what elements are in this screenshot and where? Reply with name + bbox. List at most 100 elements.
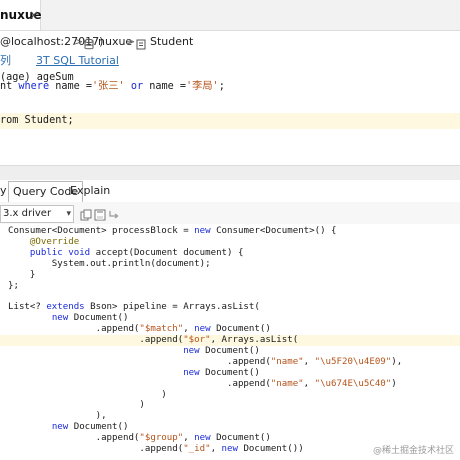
code-line: public void accept(Document document) { — [0, 248, 460, 259]
language-select[interactable]: 3.x driver API) ▾ — [0, 205, 74, 235]
code-token: new — [51, 422, 69, 433]
code-line: new Document() — [0, 368, 460, 379]
code-token: "$match" — [139, 324, 184, 335]
sql-line: nt where name ='张三' or name ='李局'; — [0, 81, 225, 92]
copy-icon[interactable] — [80, 206, 92, 221]
watermark: @稀土掘金技术社区 — [372, 446, 454, 456]
code-token: Consumer<Document> processBlock = — [8, 226, 195, 236]
code-token: new — [194, 226, 211, 236]
code-token: .append( — [8, 356, 271, 367]
code-token: , — [210, 444, 222, 454]
chevron-right-icon: > — [74, 35, 84, 48]
query-code-viewer[interactable]: Consumer<Document> processBlock = new Co… — [0, 224, 460, 460]
code-line: ), — [0, 411, 460, 422]
close-icon[interactable]: × — [29, 0, 39, 30]
code-token: Document() — [68, 313, 129, 324]
code-token: "name" — [270, 378, 304, 389]
code-token: List<? — [8, 302, 47, 313]
query-code-toolbar: 3.x driver API) ▾ — [0, 202, 460, 235]
code-token: Document() — [210, 433, 271, 444]
code-line: Consumer<Document> processBlock = new Co… — [0, 226, 460, 237]
code-token: ) — [391, 378, 397, 389]
code-token: } — [8, 269, 36, 280]
code-token: public — [29, 247, 63, 258]
code-line: .append("$or", Arrays.asList( — [0, 335, 460, 346]
code-token: , Arrays.asList( — [210, 335, 299, 345]
code-line: ) — [0, 400, 460, 411]
code-token: ) — [8, 389, 167, 400]
code-line: .append("name", "\u674E\u5C40") — [0, 379, 460, 390]
code-token: new — [194, 324, 211, 335]
code-token: , — [303, 356, 315, 367]
code-token: ), — [391, 356, 403, 367]
code-token: new — [183, 367, 200, 378]
code-line: .append("$match", new Document() — [0, 324, 460, 335]
tab-nuxue[interactable]: nuxue × — [0, 0, 42, 30]
code-token: System.out.println(document); — [8, 258, 211, 269]
code-token: .append( — [8, 324, 140, 335]
code-token: , — [183, 324, 195, 335]
breadcrumb-collection[interactable]: Student — [150, 32, 193, 52]
chevron-right-icon: > — [126, 35, 136, 48]
code-token: }; — [8, 280, 19, 291]
app-window: nuxue × @localhost:27017) > nuxue > Stud… — [0, 0, 460, 460]
code-token: new — [51, 313, 69, 324]
code-token: new — [221, 444, 238, 454]
code-token: .append( — [8, 378, 271, 389]
partial-link[interactable]: 列 — [0, 52, 11, 70]
code-line: ) — [0, 390, 460, 401]
code-token: .append( — [8, 444, 184, 454]
code-token: extends — [46, 302, 85, 313]
code-token: "$or" — [183, 335, 211, 345]
code-token: accept(Document document) { — [90, 247, 244, 258]
panel-splitter[interactable] — [0, 165, 460, 181]
code-line: System.out.println(document); — [0, 259, 460, 270]
code-token: "name" — [270, 356, 304, 367]
code-token: Document() — [199, 367, 260, 378]
sql-editor[interactable]: (age) ageSum nt where name ='张三' or name… — [0, 70, 460, 165]
breadcrumb: @localhost:27017) > nuxue > Student — [0, 32, 460, 52]
code-token: new — [194, 433, 211, 444]
code-token: Bson> pipeline = Arrays.asList( — [84, 302, 260, 313]
code-line: new Document() — [0, 313, 460, 324]
code-token: "\u5F20\u4E09" — [314, 356, 392, 367]
tab-explain[interactable]: Explain — [66, 181, 114, 201]
code-line: @Override — [0, 237, 460, 248]
result-tabs: y Query Code Explain — [0, 180, 460, 204]
code-line: new Document() — [0, 422, 460, 433]
code-token: "_id" — [183, 444, 211, 454]
sql-tutorial-link[interactable]: 3T SQL Tutorial — [36, 52, 119, 70]
tutorial-link-row: 列 3T SQL Tutorial — [0, 52, 460, 70]
code-token: Document() — [68, 422, 129, 433]
code-token: , — [303, 378, 315, 389]
code-line: new Document() — [0, 346, 460, 357]
code-token: "\u674E\u5C40" — [314, 378, 392, 389]
code-token: ) — [8, 400, 145, 411]
code-token: void — [68, 247, 91, 258]
editor-tab-strip: nuxue × — [0, 0, 460, 31]
code-token: Document() — [210, 324, 271, 335]
code-token: Document()) — [237, 444, 304, 454]
code-token: .append( — [8, 335, 184, 345]
code-line: List<? extends Bson> pipeline = Arrays.a… — [0, 302, 460, 313]
code-token: Consumer<Document>() { — [210, 226, 337, 236]
code-token: @Override — [8, 236, 80, 247]
code-token: , — [183, 433, 195, 444]
code-token: Document() — [199, 345, 260, 356]
chevron-down-icon: ▾ — [66, 209, 71, 219]
code-line: .append("name", "\u5F20\u4E09"), — [0, 357, 460, 368]
code-token: new — [183, 345, 200, 356]
sql-line-current: rom Student; — [0, 113, 460, 129]
format-icon[interactable] — [108, 206, 120, 219]
code-line: }; — [0, 281, 460, 292]
code-line: } — [0, 270, 460, 281]
code-token: .append( — [8, 433, 140, 444]
save-icon[interactable] — [94, 206, 106, 221]
code-token: "$group" — [139, 433, 184, 444]
